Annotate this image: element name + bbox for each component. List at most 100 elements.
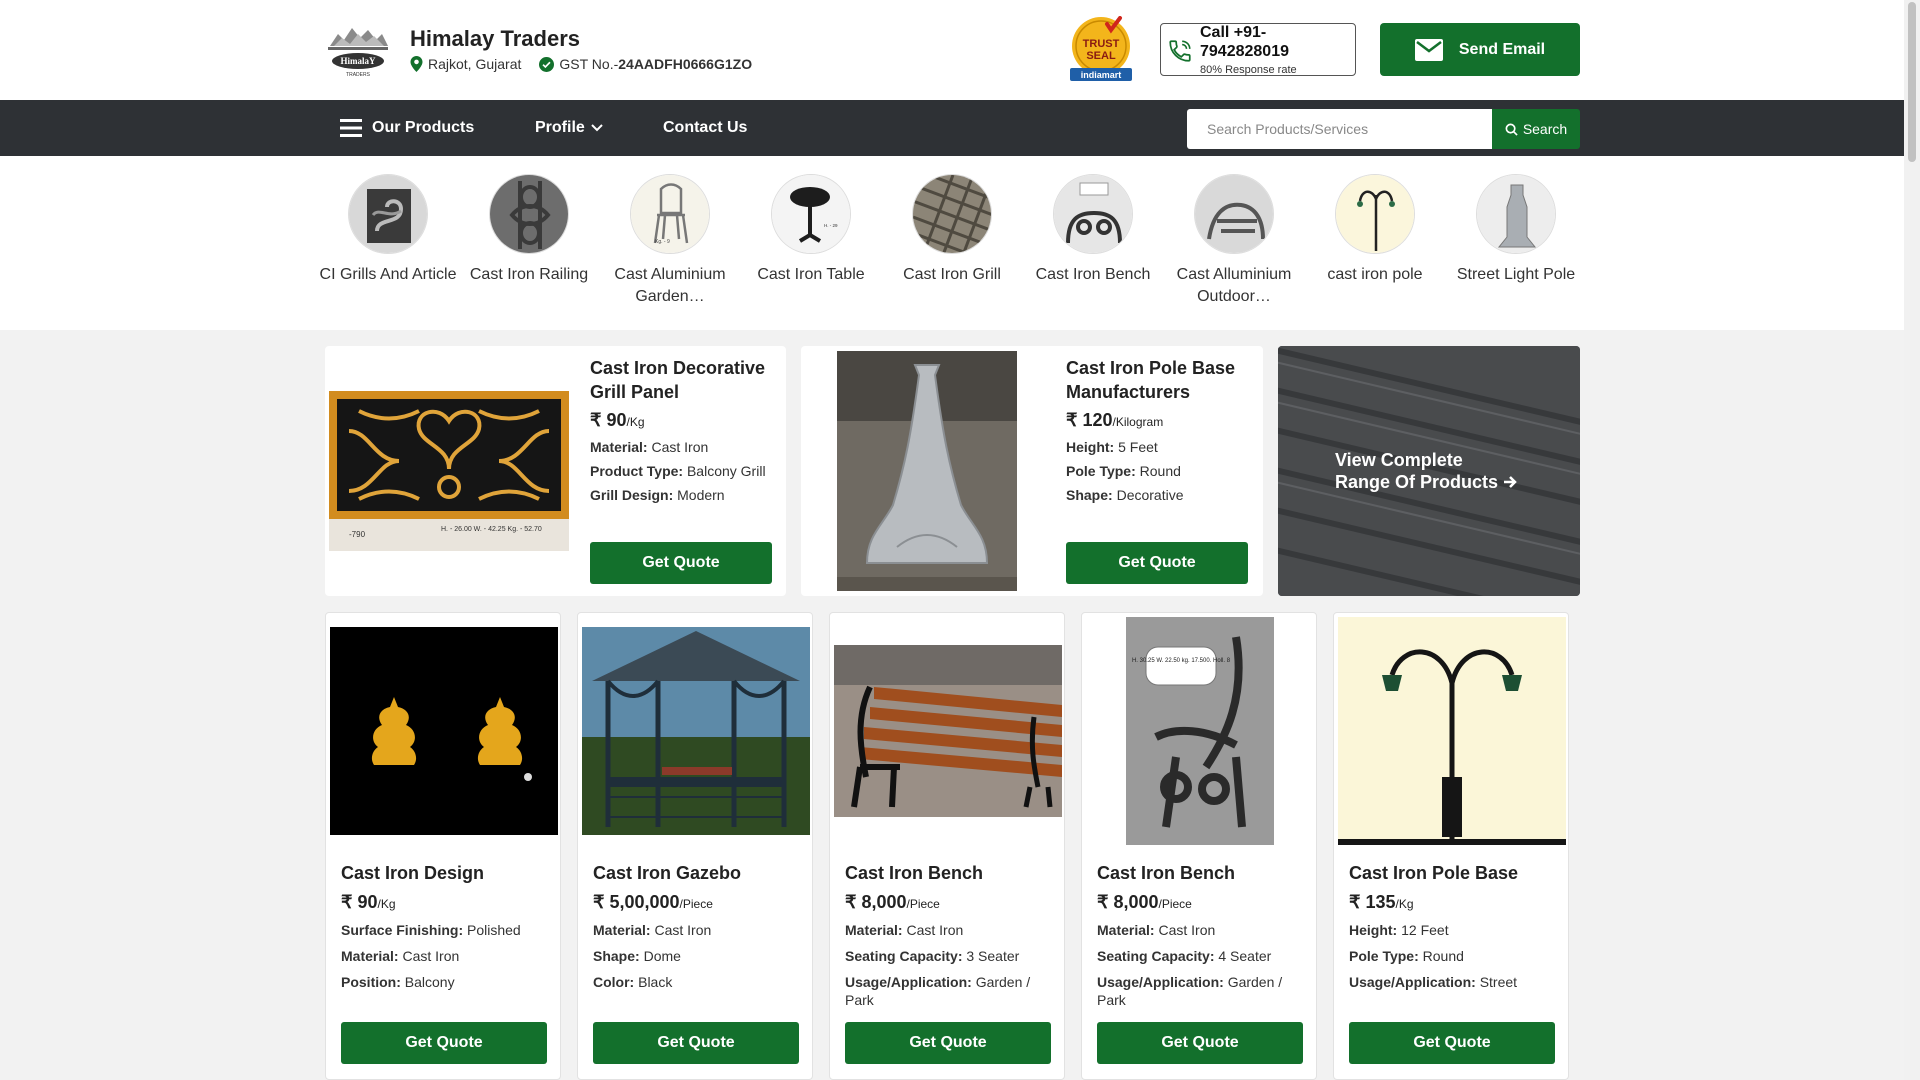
product-title[interactable]: Cast Iron Bench: [1097, 863, 1303, 884]
category-image[interactable]: [489, 174, 569, 254]
send-email-button[interactable]: Send Email: [1380, 23, 1580, 76]
category-cast-aluminium-garden[interactable]: Kg. - 9 Cast Aluminium Garden…: [601, 174, 739, 308]
product-image[interactable]: H. - 26.00 W. - 42.25 Kg. - 52.70 -790: [329, 391, 569, 551]
view-range-line2: Range Of Products: [1335, 471, 1517, 493]
get-quote-button[interactable]: Get Quote: [1066, 542, 1248, 584]
nav-contact-us[interactable]: Contact Us: [663, 100, 747, 156]
category-label[interactable]: CI Grills And Article: [319, 264, 457, 286]
call-button[interactable]: Call +91-7942828019 80% Response rate: [1160, 23, 1356, 76]
category-cast-iron-pole[interactable]: cast iron pole: [1306, 174, 1444, 286]
spec-value: Cast Iron: [1158, 922, 1216, 938]
category-image[interactable]: [1335, 174, 1415, 254]
send-email-label: Send Email: [1458, 40, 1546, 58]
category-label[interactable]: cast iron pole: [1306, 264, 1444, 286]
product-image[interactable]: [837, 351, 1017, 591]
page-scrollbar[interactable]: [1904, 0, 1920, 1080]
call-number[interactable]: Call +91-7942828019: [1200, 23, 1350, 61]
spec-value: 3 Seater: [966, 948, 1020, 964]
search-button[interactable]: Search: [1492, 109, 1580, 149]
spec-value: Round: [1139, 463, 1181, 479]
product-spec: Color: Black: [593, 973, 799, 991]
category-cast-iron-railing[interactable]: Cast Iron Railing: [460, 174, 598, 286]
product-spec: Material: Cast Iron: [341, 947, 547, 965]
category-image[interactable]: [1194, 174, 1274, 254]
get-quote-button[interactable]: Get Quote: [593, 1022, 799, 1064]
product-image[interactable]: [582, 617, 810, 845]
category-cast-alluminium-outdoor[interactable]: Cast Alluminium Outdoor…: [1165, 174, 1303, 308]
product-title[interactable]: Cast Iron Gazebo: [593, 863, 799, 884]
spec-value: Modern: [677, 487, 725, 503]
search-input[interactable]: [1187, 109, 1492, 149]
nav-our-products-label: Our Products: [372, 119, 475, 136]
product-title[interactable]: Cast Iron Design: [341, 863, 547, 884]
category-image[interactable]: [1476, 174, 1556, 254]
spec-value: 5 Feet: [1118, 439, 1158, 455]
category-label[interactable]: Cast Iron Bench: [1024, 264, 1162, 286]
trust-seal-badge[interactable]: TRUST SEAL indiamart: [1066, 16, 1136, 82]
product-card[interactable]: Cast Iron Gazebo ₹ 5,00,000/Piece Materi…: [577, 612, 813, 1080]
view-range-link[interactable]: View Complete Range Of Products: [1335, 449, 1517, 493]
spec-key: Usage/Application:: [1097, 974, 1228, 990]
price-unit: /Kilogram: [1112, 415, 1164, 429]
spec-value: 4 Seater: [1218, 948, 1272, 964]
product-title[interactable]: Cast Iron Pole Base Manufacturers: [1066, 356, 1251, 404]
category-image[interactable]: H. - 29: [771, 174, 851, 254]
spec-key: Usage/Application:: [845, 974, 976, 990]
product-card[interactable]: Cast Iron Pole Base ₹ 135/Kg Height: 12 …: [1333, 612, 1569, 1080]
category-image[interactable]: Kg. - 9: [630, 174, 710, 254]
nav-our-products[interactable]: Our Products: [340, 100, 474, 156]
product-price: ₹ 90/Kg: [590, 410, 775, 431]
get-quote-button[interactable]: Get Quote: [341, 1022, 547, 1064]
product-spec: Usage/Application: Garden / Park: [1097, 973, 1303, 1009]
category-image[interactable]: [1053, 174, 1133, 254]
category-label[interactable]: Cast Iron Railing: [460, 264, 598, 286]
product-image[interactable]: [330, 617, 558, 845]
product-image[interactable]: [1338, 617, 1566, 845]
product-card[interactable]: Cast Iron Design ₹ 90/Kg Surface Finishi…: [325, 612, 561, 1080]
product-spec: Surface Finishing: Polished: [341, 921, 547, 939]
category-cast-iron-grill[interactable]: Cast Iron Grill: [883, 174, 1021, 286]
category-label[interactable]: Street Light Pole: [1447, 264, 1585, 286]
spec-key: Product Type:: [590, 463, 687, 479]
company-logo[interactable]: HimalaY TRADERS: [324, 22, 392, 78]
nav-profile[interactable]: Profile: [535, 100, 603, 156]
company-name[interactable]: Himalay Traders: [410, 26, 580, 52]
category-label[interactable]: Cast Iron Grill: [883, 264, 1021, 286]
verified-check-icon: [539, 56, 555, 72]
product-spec: Height: 12 Feet: [1349, 921, 1555, 939]
category-label[interactable]: Cast Alluminium Outdoor…: [1165, 264, 1303, 308]
product-title[interactable]: Cast Iron Bench: [845, 863, 1051, 884]
image-caption: H. - 26.00 W. - 42.25 Kg. - 52.70: [441, 526, 542, 533]
view-complete-range-card[interactable]: View Complete Range Of Products: [1278, 346, 1580, 596]
spec-value: Polished: [467, 922, 521, 938]
category-image[interactable]: [912, 174, 992, 254]
product-card[interactable]: H. 30.25 W. 22.50 kg. 17.500. Holl. 8 Ca…: [1081, 612, 1317, 1080]
category-cast-iron-bench[interactable]: Cast Iron Bench: [1024, 174, 1162, 286]
product-title[interactable]: Cast Iron Decorative Grill Panel: [590, 356, 775, 404]
spec-value: Dome: [643, 948, 681, 964]
gst-number: 24AADFH0666G1ZO: [618, 56, 753, 72]
featured-product-card[interactable]: H. - 26.00 W. - 42.25 Kg. - 52.70 -790 C…: [325, 346, 786, 596]
featured-product-card[interactable]: Cast Iron Pole Base Manufacturers ₹ 120/…: [801, 346, 1263, 596]
product-image[interactable]: H. 30.25 W. 22.50 kg. 17.500. Holl. 8: [1086, 617, 1314, 845]
location-pin-icon: [410, 56, 423, 72]
logo-text: HimalaY: [341, 56, 376, 66]
trust-seal-line2: SEAL: [1086, 50, 1116, 62]
email-icon: [1414, 38, 1443, 61]
get-quote-button[interactable]: Get Quote: [845, 1022, 1051, 1064]
category-image[interactable]: [348, 174, 428, 254]
get-quote-button[interactable]: Get Quote: [1097, 1022, 1303, 1064]
category-ci-grills[interactable]: CI Grills And Article: [319, 174, 457, 286]
product-image[interactable]: [834, 617, 1062, 845]
get-quote-button[interactable]: Get Quote: [590, 542, 772, 584]
image-code: -790: [349, 530, 366, 539]
category-cast-iron-table[interactable]: H. - 29 Cast Iron Table: [742, 174, 880, 286]
scrollbar-thumb[interactable]: [1908, 2, 1916, 162]
get-quote-button[interactable]: Get Quote: [1349, 1022, 1555, 1064]
product-card[interactable]: Cast Iron Bench ₹ 8,000/Piece Material: …: [829, 612, 1065, 1080]
price-value: ₹ 120: [1066, 410, 1113, 430]
category-label[interactable]: Cast Iron Table: [742, 264, 880, 286]
category-street-light-pole[interactable]: Street Light Pole: [1447, 174, 1585, 286]
category-label[interactable]: Cast Aluminium Garden…: [601, 264, 739, 308]
product-title[interactable]: Cast Iron Pole Base: [1349, 863, 1555, 884]
